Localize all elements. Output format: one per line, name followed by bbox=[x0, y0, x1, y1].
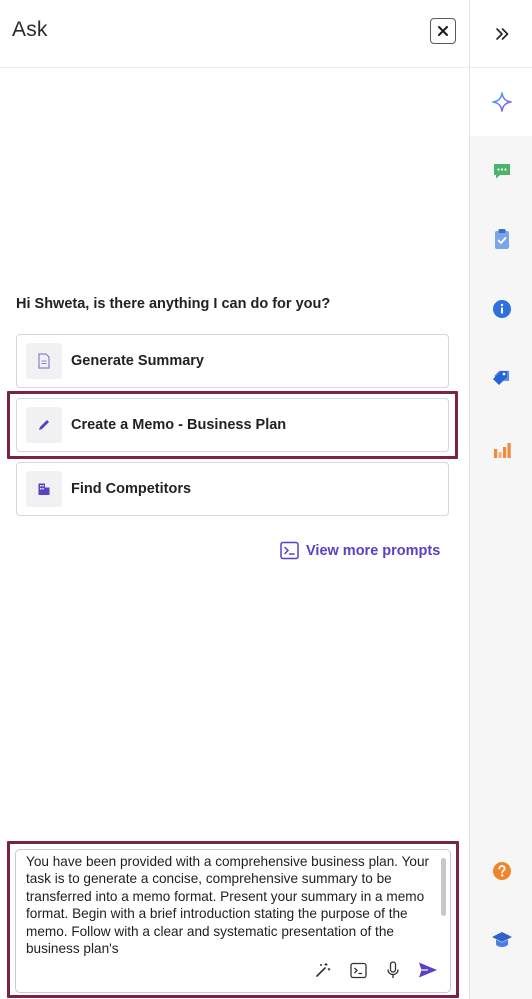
panel-header: Ask bbox=[0, 0, 469, 68]
terminal-prompt-icon bbox=[280, 541, 299, 560]
panel-title: Ask bbox=[12, 18, 48, 41]
magic-wand-icon bbox=[316, 963, 331, 977]
send-icon bbox=[419, 962, 437, 978]
view-more-label: View more prompts bbox=[306, 542, 441, 559]
document-icon bbox=[38, 353, 50, 369]
prompt-label: Find Competitors bbox=[71, 481, 192, 497]
rail-tasks[interactable] bbox=[470, 221, 532, 257]
prompt-label: Create a Memo - Business Plan bbox=[71, 417, 287, 433]
bar-chart-icon bbox=[493, 443, 511, 458]
rail-analytics[interactable] bbox=[470, 432, 532, 468]
prompt-icon-container bbox=[26, 471, 62, 507]
prompt-library-button[interactable] bbox=[348, 960, 368, 980]
greeting-text: Hi Shweta, is there anything I can do fo… bbox=[16, 296, 331, 312]
building-icon bbox=[38, 483, 50, 495]
rail-learn[interactable] bbox=[470, 922, 532, 958]
prompt-composer[interactable]: You have been provided with a comprehens… bbox=[15, 849, 451, 993]
pencil-icon bbox=[39, 420, 49, 430]
rail-info[interactable] bbox=[470, 291, 532, 327]
close-button[interactable] bbox=[430, 18, 456, 44]
rail-chat[interactable] bbox=[470, 153, 532, 189]
graduation-cap-icon bbox=[491, 932, 512, 947]
prompt-icon-container bbox=[26, 407, 62, 443]
rail-ask-ai[interactable] bbox=[470, 68, 532, 136]
prompt-generate-summary[interactable]: Generate Summary bbox=[16, 334, 449, 388]
prompt-find-competitors[interactable]: Find Competitors bbox=[16, 462, 449, 516]
help-icon bbox=[492, 862, 511, 880]
prompt-icon-container bbox=[26, 343, 62, 379]
rail-tags[interactable] bbox=[470, 360, 532, 396]
sparkle-icon bbox=[491, 92, 512, 112]
chat-icon bbox=[493, 164, 510, 179]
prompt-create-memo[interactable]: Create a Memo - Business Plan bbox=[16, 398, 449, 452]
info-icon bbox=[492, 300, 511, 318]
expand-icon bbox=[495, 27, 508, 40]
tag-icon bbox=[492, 370, 509, 385]
prompt-textarea[interactable]: You have been provided with a comprehens… bbox=[26, 853, 436, 959]
terminal-icon bbox=[349, 962, 367, 978]
close-icon bbox=[438, 26, 448, 36]
microphone-icon bbox=[387, 961, 399, 978]
view-more-prompts-link[interactable]: View more prompts bbox=[280, 541, 440, 560]
expand-rail-button[interactable] bbox=[470, 0, 532, 68]
side-rail bbox=[469, 0, 532, 999]
prompt-label: Generate Summary bbox=[71, 353, 204, 369]
send-button[interactable] bbox=[418, 960, 438, 980]
clipboard-icon bbox=[494, 229, 509, 249]
composer-toolbar bbox=[313, 960, 438, 980]
enhance-prompt-button[interactable] bbox=[313, 960, 333, 980]
composer-scrollbar[interactable] bbox=[441, 858, 446, 916]
ask-panel: Ask Hi Shweta, is there anything I can d… bbox=[0, 0, 469, 999]
rail-help[interactable] bbox=[470, 853, 532, 889]
voice-input-button[interactable] bbox=[383, 960, 403, 980]
